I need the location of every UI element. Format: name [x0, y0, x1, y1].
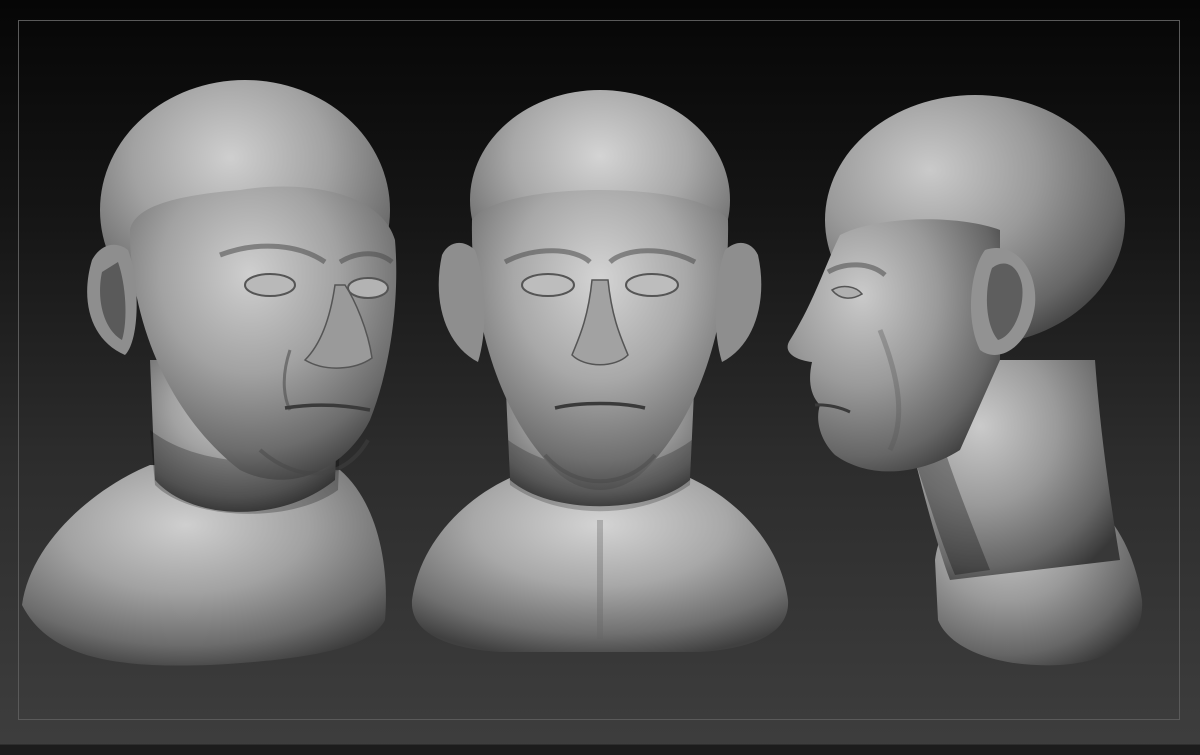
head-profile-view [787, 95, 1143, 666]
eye-left [521, 273, 575, 297]
ear-right [715, 242, 762, 362]
head-three-quarter-view [22, 80, 397, 666]
bottom-toolbar [0, 744, 1200, 755]
eye-right [625, 273, 679, 297]
viewport-canvas[interactable] [0, 0, 1200, 755]
ear-left [438, 242, 485, 362]
sculpt-render [22, 80, 1143, 666]
eye-left [244, 273, 296, 297]
head-front-view [411, 90, 789, 652]
eye-right [347, 277, 389, 299]
